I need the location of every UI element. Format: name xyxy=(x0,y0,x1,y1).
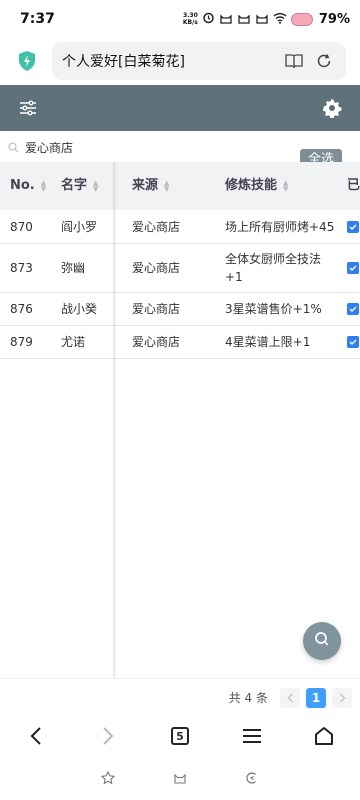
cell-no: 879 xyxy=(10,335,33,349)
filter-settings-icon[interactable] xyxy=(16,96,40,120)
next-page-button[interactable] xyxy=(332,687,352,708)
cell-skill: 全体女厨师全技法+1 xyxy=(225,252,322,284)
header-owned-label: 已 xyxy=(347,178,360,193)
cat-notification-icon-2 xyxy=(237,12,251,27)
header-name[interactable]: 名字 ▲ ▼ xyxy=(61,162,98,210)
header-name-label: 名字 xyxy=(61,178,88,193)
checkbox-checked-icon[interactable] xyxy=(347,262,359,274)
c-shape-icon[interactable] xyxy=(245,771,259,789)
gear-icon[interactable] xyxy=(320,96,344,120)
header-no-label: No. xyxy=(10,178,35,193)
header-source[interactable]: 来源 ▲ ▼ xyxy=(132,162,169,210)
refresh-icon[interactable] xyxy=(312,49,336,73)
wifi-icon xyxy=(273,12,287,27)
header-no[interactable]: No. ▲ ▼ xyxy=(10,162,46,210)
network-speed-value: 3.30 xyxy=(182,12,198,19)
address-bar[interactable]: 个人爱好[白菜菊花] xyxy=(52,42,346,80)
search-icon xyxy=(314,631,330,651)
reader-mode-icon[interactable] xyxy=(282,49,306,73)
sort-icon[interactable]: ▲ ▼ xyxy=(41,180,46,193)
cell-name: 战小癸 xyxy=(61,302,98,316)
header-source-label: 来源 xyxy=(132,178,159,193)
sort-icon[interactable]: ▲ ▼ xyxy=(93,180,98,193)
data-table: No. ▲ ▼ 名字 ▲ ▼ 来源 ▲ ▼ 修炼技能 ▲ ▼ 已 870 阎小罗 爱心商… xyxy=(0,162,360,678)
address-bar-row: 个人爱好[白菜菊花] xyxy=(0,38,360,84)
alarm-icon xyxy=(202,11,215,27)
cell-source: 爱心商店 xyxy=(132,335,181,349)
cat-notification-icon-3 xyxy=(255,12,269,27)
cell-name: 阎小罗 xyxy=(61,219,98,234)
table-header-row: No. ▲ ▼ 名字 ▲ ▼ 来源 ▲ ▼ 修炼技能 ▲ ▼ 已 xyxy=(0,162,360,210)
browser-navigation: 5 xyxy=(0,716,360,756)
cell-skill: 3星菜谱售价+1% xyxy=(225,302,322,316)
status-icons: 3.30 KB/s 79% xyxy=(183,11,350,27)
cell-skill: 4星菜谱上限+1 xyxy=(225,335,311,349)
status-bar: 7:37 3.30 KB/s 79% xyxy=(0,0,360,38)
cell-source: 爱心商店 xyxy=(132,302,181,316)
cat-notification-icon xyxy=(219,12,233,27)
cat-icon[interactable] xyxy=(173,771,187,789)
sort-icon[interactable]: ▲ ▼ xyxy=(164,180,169,193)
cell-no: 876 xyxy=(10,302,33,316)
cell-no: 873 xyxy=(10,261,33,275)
header-owned[interactable]: 已 xyxy=(347,162,360,210)
cell-name: 弥幽 xyxy=(61,261,86,275)
search-icon xyxy=(8,138,19,157)
table-row[interactable]: 876 战小癸 爱心商店 3星菜谱售价+1% xyxy=(0,293,360,326)
battery-icon xyxy=(290,12,313,26)
cell-name: 尤诺 xyxy=(61,335,86,349)
cell-skill: 场上所有厨师烤+45 xyxy=(225,219,335,234)
checkbox-checked-icon[interactable] xyxy=(347,220,359,233)
cell-source: 爱心商店 xyxy=(132,219,181,234)
network-speed: 3.30 KB/s xyxy=(183,12,198,26)
floating-search-button[interactable] xyxy=(303,622,341,660)
sort-icon[interactable]: ▲ ▼ xyxy=(283,180,288,193)
checkbox-checked-icon[interactable] xyxy=(347,303,359,315)
network-speed-unit: KB/s xyxy=(182,19,198,26)
page-number-button[interactable]: 1 xyxy=(306,687,326,708)
row-checkbox[interactable] xyxy=(347,326,359,358)
table-row[interactable]: 870 阎小罗 爱心商店 场上所有厨师烤+45 xyxy=(0,210,360,244)
pagination-total: 共 4 条 xyxy=(228,691,268,705)
app-toolbar xyxy=(0,85,360,131)
page-title[interactable]: 个人爱好[白菜菊花] xyxy=(62,51,276,71)
menu-icon[interactable] xyxy=(232,716,272,756)
row-checkbox[interactable] xyxy=(347,244,359,292)
forward-button[interactable] xyxy=(88,716,128,756)
row-checkbox[interactable] xyxy=(347,210,359,243)
row-checkbox[interactable] xyxy=(347,293,359,325)
battery-percent: 79% xyxy=(318,11,350,27)
prev-page-button[interactable] xyxy=(280,687,300,708)
status-time: 7:37 xyxy=(20,11,55,27)
star-icon[interactable] xyxy=(100,770,116,789)
shield-icon[interactable] xyxy=(14,48,40,74)
system-gesture-bar xyxy=(0,760,360,800)
header-skill-label: 修炼技能 xyxy=(225,178,278,193)
tabs-button[interactable]: 5 xyxy=(160,716,200,756)
table-row[interactable]: 879 尤诺 爱心商店 4星菜谱上限+1 xyxy=(0,326,360,359)
back-button[interactable] xyxy=(16,716,56,756)
table-row[interactable]: 873 弥幽 爱心商店 全体女厨师全技法+1 xyxy=(0,244,360,293)
cell-no: 870 xyxy=(10,219,33,234)
pagination: 共 4 条 1 xyxy=(0,678,360,716)
fixed-column-shadow xyxy=(113,162,117,678)
cell-source: 爱心商店 xyxy=(132,261,181,275)
header-skill[interactable]: 修炼技能 ▲ ▼ xyxy=(225,162,288,210)
home-icon[interactable] xyxy=(304,716,344,756)
checkbox-checked-icon[interactable] xyxy=(347,336,359,348)
tab-count: 5 xyxy=(171,727,189,745)
search-filter-value[interactable]: 爱心商店 xyxy=(25,139,73,156)
